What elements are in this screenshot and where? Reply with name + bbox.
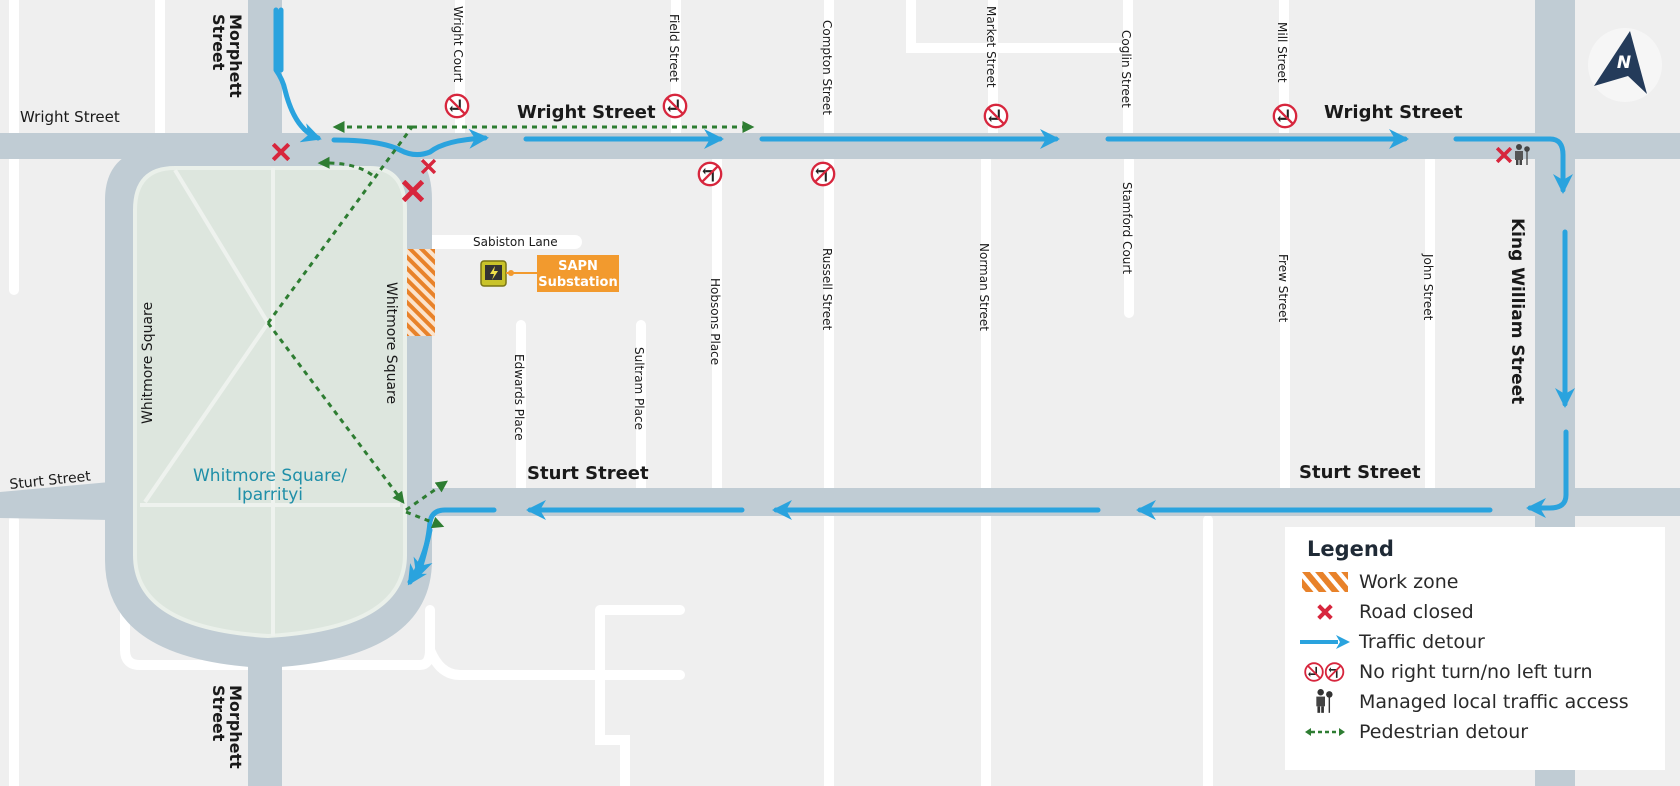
park-label-line1: Whitmore Square/: [193, 466, 347, 486]
traffic-controller-icon: [1297, 689, 1353, 715]
label-sturt-street-east: Sturt Street: [1299, 462, 1421, 483]
legend-item-no-turn: No right turn/no left turn: [1297, 657, 1653, 687]
label-wright-street-west: Wright Street: [20, 108, 120, 126]
legend-item-pedestrian-detour: Pedestrian detour: [1297, 717, 1653, 747]
no-left-turn-sign-icon: [697, 161, 723, 187]
legend-label: Road closed: [1359, 601, 1474, 623]
legend-panel: Legend Work zone Road closed Traffic det…: [1285, 527, 1665, 770]
label-john-street: John Street: [1421, 253, 1435, 321]
work-zone-hatch-icon: [1297, 569, 1353, 595]
whitmore-square-park: [133, 166, 407, 639]
road-morphett-south: [248, 660, 282, 786]
north-arrow: N: [1588, 28, 1662, 102]
work-zone: [407, 249, 435, 336]
label-sultram-place: Sultram Place: [632, 347, 646, 430]
label-market-street: Market Street: [984, 6, 998, 88]
label-whitmore-square-west: Whitmore Square: [140, 302, 156, 424]
substation-label-line1: SAPN: [558, 259, 598, 274]
legend-item-work-zone: Work zone: [1297, 567, 1653, 597]
no-turn-sign-icon: [1297, 659, 1353, 685]
traffic-detour-arrow-icon: [1297, 629, 1353, 655]
no-right-turn-sign-icon: [983, 103, 1009, 129]
legend-label: No right turn/no left turn: [1359, 661, 1593, 683]
legend-label: Traffic detour: [1359, 631, 1485, 653]
label-coglin-street: Coglin Street: [1119, 30, 1133, 108]
label-compton-street: Compton Street: [820, 20, 834, 115]
park-label-line2: Iparrityi: [237, 485, 303, 505]
label-mill-street: Mill Street: [1275, 22, 1289, 83]
label-wright-court: Wright Court: [451, 6, 465, 83]
legend-item-traffic-detour: Traffic detour: [1297, 627, 1653, 657]
substation-label-line2: Substation: [538, 275, 618, 290]
label-frew-street: Frew Street: [1276, 254, 1290, 322]
road-closed-x-icon: [1297, 599, 1353, 625]
label-morphett-south-2: Street: [209, 685, 228, 742]
legend-title: Legend: [1307, 537, 1394, 561]
label-sturt-street-main: Sturt Street: [527, 463, 649, 484]
label-king-william-street: King William Street: [1507, 218, 1527, 404]
sapn-substation: SAPN Substation: [480, 255, 619, 292]
label-field-street: Field Street: [667, 14, 681, 82]
label-whitmore-square-east: Whitmore Square: [383, 282, 399, 404]
label-morphett-north-2: Street: [209, 14, 228, 71]
legend-label: Pedestrian detour: [1359, 721, 1529, 743]
legend-label: Managed local traffic access: [1359, 691, 1629, 713]
label-hobsons-place: Hobsons Place: [708, 278, 722, 365]
label-norman-street: Norman Street: [977, 243, 991, 331]
no-right-turn-sign-icon: [444, 93, 470, 119]
label-wright-street-east: Wright Street: [1324, 102, 1463, 123]
label-russell-street: Russell Street: [820, 248, 834, 331]
no-left-turn-sign-icon: [810, 161, 836, 187]
no-right-turn-sign-icon: [1272, 103, 1298, 129]
legend-item-road-closed: Road closed: [1297, 597, 1653, 627]
label-sabiston-lane: Sabiston Lane: [473, 235, 558, 249]
north-label: N: [1617, 53, 1631, 73]
park-area: [133, 166, 407, 639]
legend-label: Work zone: [1359, 571, 1459, 593]
pedestrian-detour-arrow-icon: [1297, 719, 1353, 745]
legend-item-managed-access: Managed local traffic access: [1297, 687, 1653, 717]
label-stamford-court: Stamford Court: [1120, 182, 1134, 274]
no-right-turn-sign-icon: [662, 93, 688, 119]
label-edwards-place: Edwards Place: [512, 354, 526, 441]
label-wright-street-main: Wright Street: [517, 102, 656, 123]
